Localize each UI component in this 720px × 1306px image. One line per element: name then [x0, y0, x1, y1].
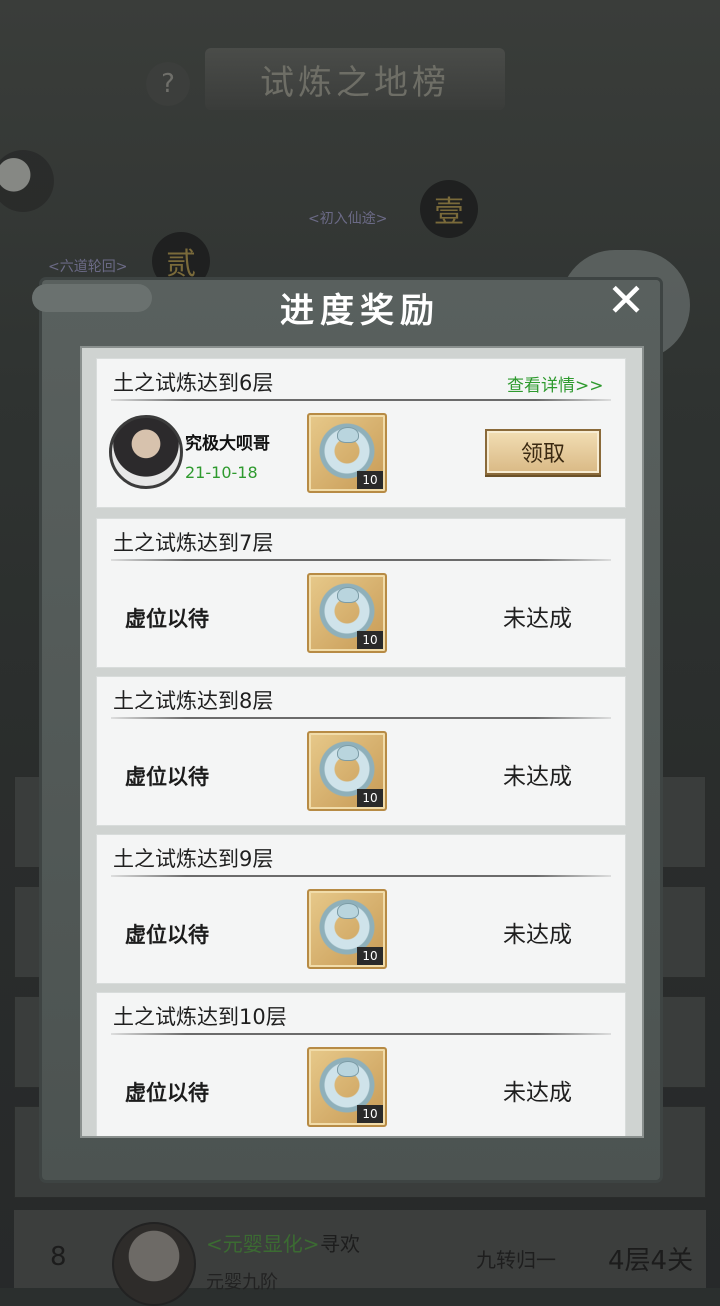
- leaderboard-row-8[interactable]: 8 <元婴显化> 寻欢 元婴九阶 九转归一 4层4关: [14, 1210, 706, 1306]
- item-count: 10: [357, 1105, 383, 1123]
- reward-item-slot[interactable]: 10: [307, 1047, 387, 1127]
- status-label: 未达成: [503, 922, 572, 948]
- reward-card-floor-6: 土之试炼达到6层 查看详情>> 究极大呗哥 21-10-18 10 领取: [96, 358, 626, 508]
- view-details-link[interactable]: 查看详情>>: [507, 371, 604, 396]
- reward-item-slot[interactable]: 10: [307, 731, 387, 811]
- reward-list[interactable]: 土之试炼达到6层 查看详情>> 究极大呗哥 21-10-18 10 领取 土之试…: [80, 346, 644, 1138]
- item-count: 10: [357, 947, 383, 965]
- reward-card-floor-10: 土之试炼达到10层 虚位以待 10 未达成: [96, 992, 626, 1136]
- close-button[interactable]: ✕: [600, 273, 652, 327]
- tag-liudao: <六道轮回>: [48, 259, 128, 275]
- reward-title: 土之试炼达到7层: [113, 531, 274, 555]
- reward-title: 土之试炼达到8层: [113, 689, 274, 713]
- leaderboard-title: 试炼之地榜: [205, 48, 505, 110]
- row-realm: <元婴显化>: [206, 1232, 320, 1256]
- row-avatar: [112, 1222, 196, 1306]
- stage-one-badge: 壹: [420, 180, 478, 238]
- divider: [111, 399, 611, 401]
- status-label: 未达成: [503, 606, 572, 632]
- vacant-label: 虚位以待: [125, 1081, 209, 1105]
- reward-item-slot[interactable]: 10: [307, 413, 387, 493]
- status-label: 未达成: [503, 764, 572, 790]
- row-player-name: 寻欢: [320, 1232, 360, 1256]
- achiever-avatar[interactable]: [109, 415, 183, 489]
- modal-cloud-decoration: [32, 284, 152, 312]
- reward-item-slot[interactable]: 10: [307, 889, 387, 969]
- divider: [111, 717, 611, 719]
- divider: [111, 875, 611, 877]
- vacant-label: 虚位以待: [125, 607, 209, 631]
- reward-title: 土之试炼达到9层: [113, 847, 274, 871]
- claim-button[interactable]: 领取: [485, 429, 601, 475]
- reward-title: 土之试炼达到6层: [113, 371, 274, 395]
- row-stage: 元婴九阶: [206, 1272, 278, 1293]
- achiever-date: 21-10-18: [185, 463, 258, 482]
- modal-title: 进度奖励: [280, 290, 440, 331]
- divider: [111, 1033, 611, 1035]
- item-count: 10: [357, 631, 383, 649]
- reward-card-floor-8: 土之试炼达到8层 虚位以待 10 未达成: [96, 676, 626, 826]
- tag-churu: <初入仙途>: [308, 211, 388, 227]
- reward-card-floor-9: 土之试炼达到9层 虚位以待 10 未达成: [96, 834, 626, 984]
- row-title: 九转归一: [476, 1248, 556, 1272]
- divider: [111, 559, 611, 561]
- vacant-label: 虚位以待: [125, 765, 209, 789]
- reward-item-slot[interactable]: 10: [307, 573, 387, 653]
- yin-yang-icon[interactable]: [0, 150, 54, 212]
- row-rank: 8: [50, 1242, 67, 1272]
- reward-card-floor-7: 土之试炼达到7层 虚位以待 10 未达成: [96, 518, 626, 668]
- item-count: 10: [357, 471, 383, 489]
- achiever-name: 究极大呗哥: [185, 434, 270, 454]
- status-label: 未达成: [503, 1080, 572, 1106]
- item-count: 10: [357, 789, 383, 807]
- row-level: 4层4关: [608, 1246, 694, 1276]
- vacant-label: 虚位以待: [125, 923, 209, 947]
- help-button[interactable]: ?: [146, 62, 190, 106]
- reward-title: 土之试炼达到10层: [113, 1005, 287, 1029]
